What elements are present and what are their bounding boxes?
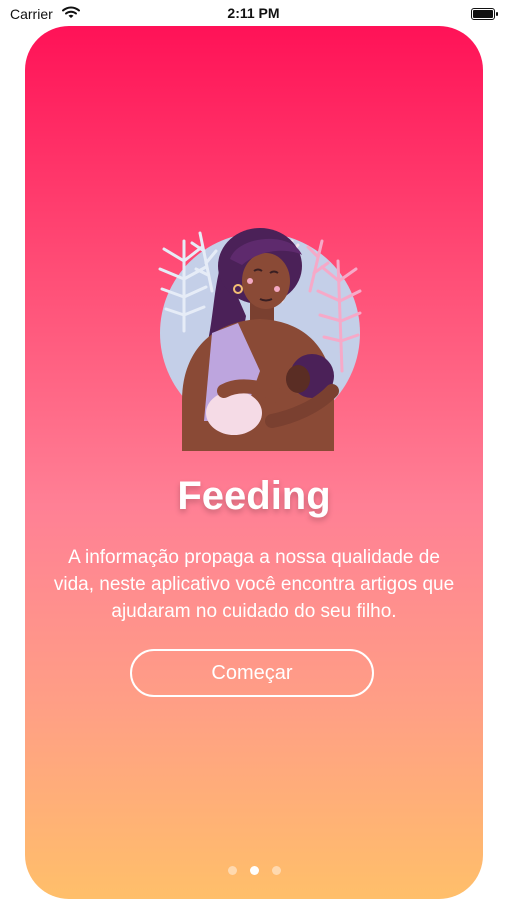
mother-breastfeeding-illustration: [158, 228, 362, 451]
onboarding-title: Feeding: [177, 474, 331, 518]
start-button[interactable]: Começar: [130, 649, 374, 697]
battery-icon: [471, 8, 498, 20]
onboarding-description: A informação propaga a nossa qualidade d…: [53, 547, 455, 622]
page-dot-3[interactable]: [271, 866, 281, 875]
status-time: 2:11 PM: [227, 5, 280, 21]
page-indicator[interactable]: [25, 866, 483, 875]
onboarding-card: Feeding A informação propaga a nossa qua…: [25, 26, 483, 899]
page-dot-2-active[interactable]: [249, 866, 259, 875]
page-dot-1[interactable]: [227, 866, 237, 875]
status-bar: Carrier 2:11 PM: [0, 0, 507, 26]
